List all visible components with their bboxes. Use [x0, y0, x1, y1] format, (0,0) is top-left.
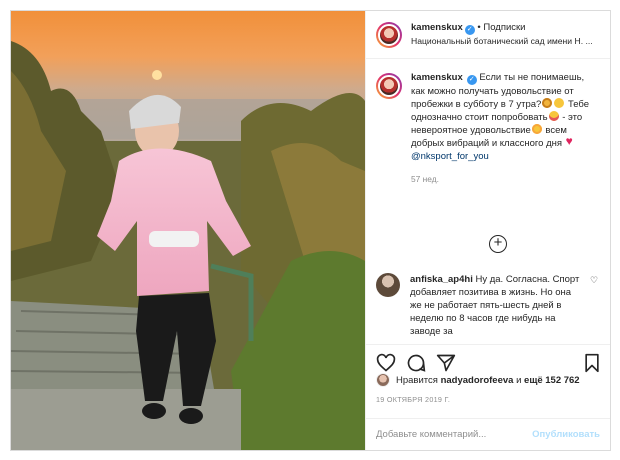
likes-prefix: Нравится [396, 374, 438, 386]
author-username[interactable]: kamenskux [411, 22, 463, 33]
comment-icon[interactable] [406, 353, 426, 373]
comment-text-block: anfiska_ap4hi Ну да. Согласна. Спорт доб… [410, 273, 582, 337]
likes-summary: Нравится nadyadorofeeva и ещё 152 762 [376, 373, 606, 387]
heart-emoji-icon [566, 135, 577, 148]
star-face-emoji-icon [531, 124, 542, 134]
follow-status-button[interactable]: Подписки [483, 22, 525, 33]
action-bar [366, 344, 610, 376]
caption-time-ago[interactable]: 57 нед. [411, 173, 600, 186]
photo-illustration [11, 11, 365, 450]
caption-username[interactable]: kamenskux [411, 72, 463, 83]
heart-icon[interactable] [376, 353, 396, 373]
verified-badge-icon: ✓ [464, 25, 475, 35]
comment-input[interactable] [376, 429, 533, 440]
likes-and: и [516, 374, 522, 386]
alarm-clock-emoji-icon [542, 98, 553, 108]
commenter-avatar[interactable] [376, 273, 400, 297]
liker-avatar[interactable] [376, 373, 390, 387]
liker-username[interactable]: nadyadorofeeva [441, 375, 514, 386]
verified-badge-icon: ✓ [466, 75, 477, 85]
caption-avatar[interactable] [376, 73, 402, 99]
share-icon[interactable] [436, 353, 456, 373]
publish-button[interactable]: Опубликовать [532, 429, 600, 440]
header-text: kamenskux ✓ • Подписки Национальный ботан… [411, 21, 600, 48]
bookmark-icon[interactable] [582, 353, 602, 373]
post-photo[interactable] [11, 11, 365, 450]
comment-item: anfiska_ap4hi Ну да. Согласна. Спорт доб… [376, 273, 604, 337]
post-date[interactable]: 19 ОКТЯБРЯ 2019 Г. [376, 395, 450, 404]
post-sidebar: kamenskux ✓ • Подписки Национальный ботан… [365, 11, 610, 450]
add-comment-bar: Опубликовать [366, 418, 610, 450]
tongue-face-emoji-icon [548, 111, 559, 121]
post-header: kamenskux ✓ • Подписки Национальный ботан… [366, 11, 610, 59]
commenter-username[interactable]: anfiska_ap4hi [410, 274, 473, 285]
instagram-post: kamenskux ✓ • Подписки Национальный ботан… [10, 10, 611, 451]
caption-block: kamenskux ✓ Если ты не понимаешь, как мож… [366, 59, 610, 269]
post-location[interactable]: Национальный ботанический сад имени Н. .… [411, 35, 600, 48]
likes-count-link[interactable]: ещё 152 762 [524, 375, 580, 386]
author-avatar[interactable] [376, 21, 402, 48]
caption-mention-link[interactable]: @nksport_for_you [411, 151, 489, 162]
header-separator: • [477, 22, 481, 33]
plus-circle-icon[interactable]: + [489, 235, 507, 253]
shocked-face-emoji-icon [554, 98, 565, 108]
comment-like-heart-icon[interactable]: ♡ [590, 275, 598, 337]
